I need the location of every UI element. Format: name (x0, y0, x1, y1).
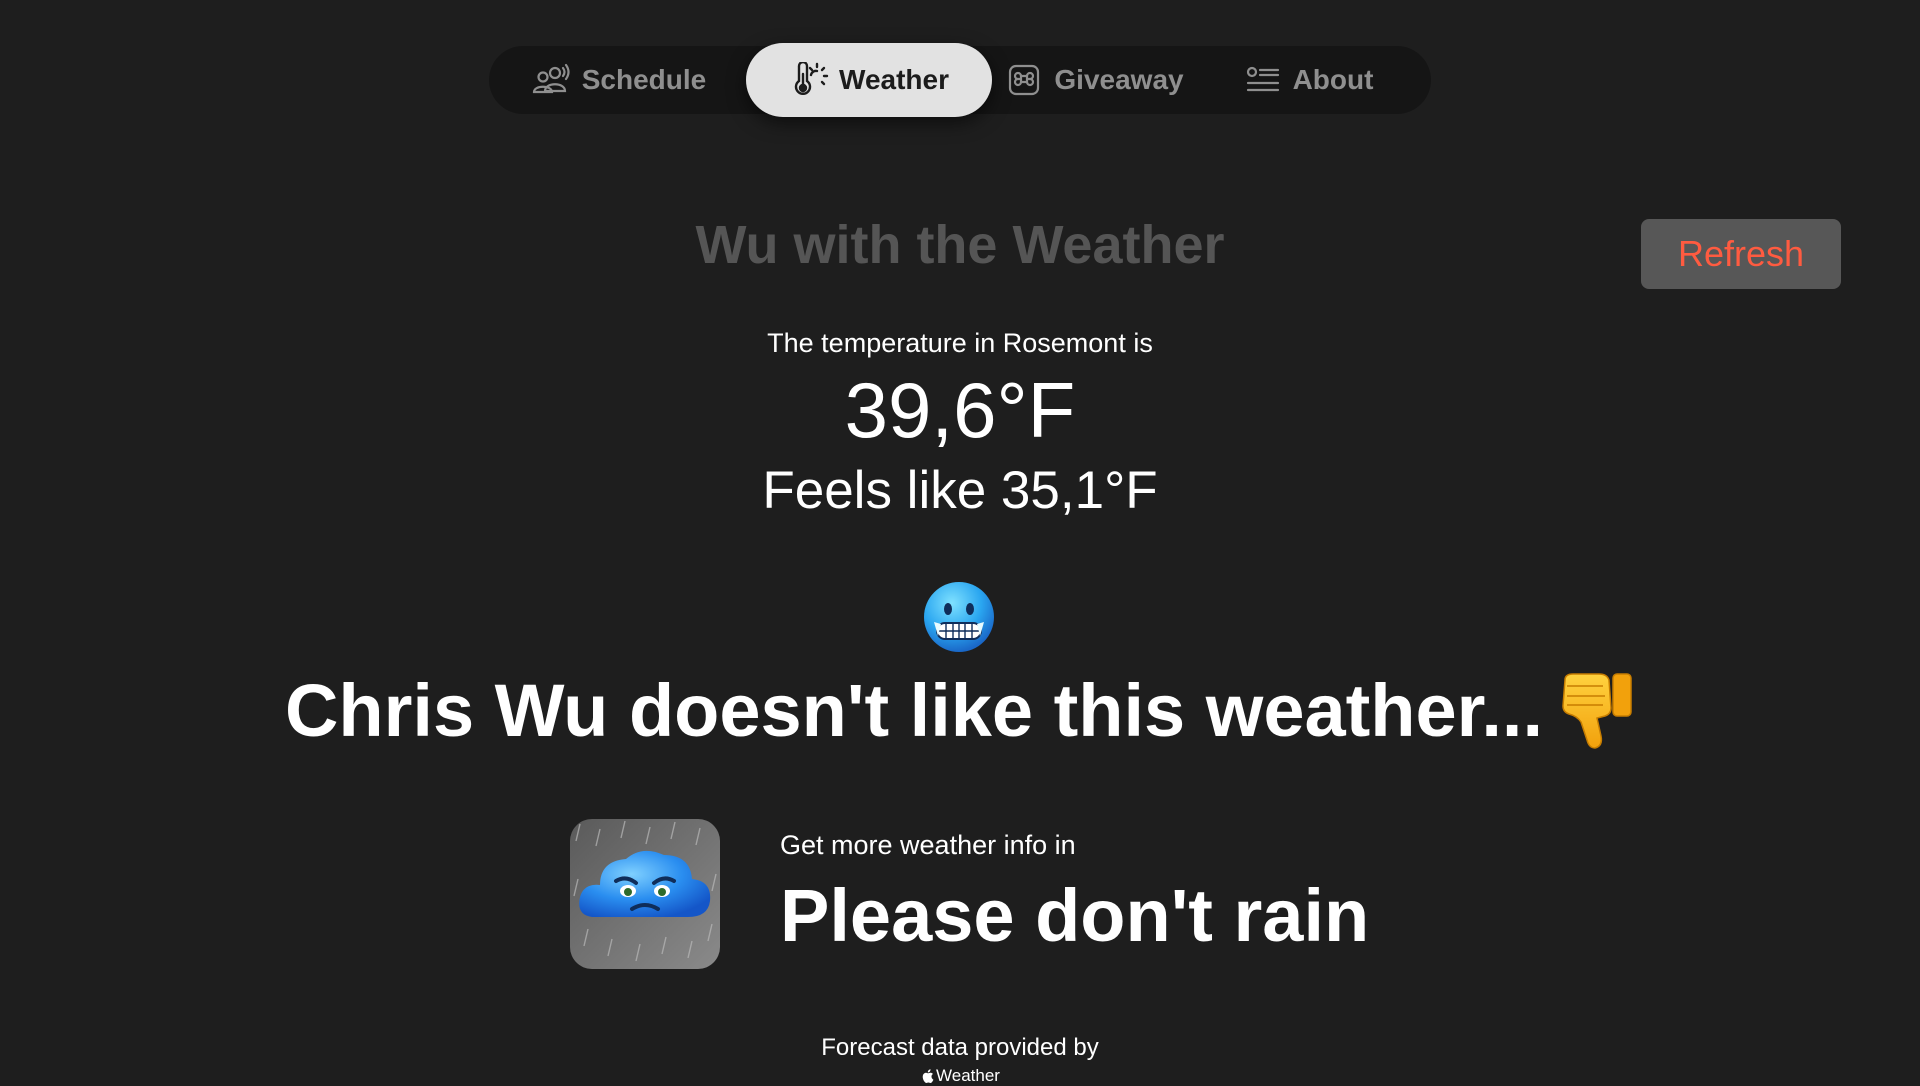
refresh-button[interactable]: Refresh (1641, 219, 1841, 289)
thumbs-down-icon (1562, 672, 1632, 749)
apple-logo-icon (922, 1069, 934, 1083)
temperature-intro: The temperature in Rosemont is (767, 328, 1153, 358)
tab-label: Giveaway (1054, 64, 1184, 95)
tab-schedule[interactable]: Schedule (519, 46, 719, 114)
tab-label: About (1292, 64, 1374, 95)
tab-label: Schedule (581, 64, 707, 95)
page-title: Wu with the Weather (695, 215, 1225, 275)
tab-giveaway[interactable]: Giveaway (999, 46, 1189, 114)
app-icon[interactable] (570, 819, 720, 969)
tab-label: Weather (839, 64, 949, 95)
mood-text: Chris Wu doesn't like this weather... (284, 669, 1544, 752)
tab-weather[interactable]: Weather (746, 43, 992, 117)
list-bullet-rectangle-icon (1246, 66, 1279, 92)
forecast-credit: Forecast data provided by (821, 1034, 1099, 1061)
sad-rain-cloud-app-icon (570, 819, 720, 969)
people-broadcast-icon (532, 63, 570, 94)
weather-provider-link[interactable]: Weather (0, 1066, 1920, 1086)
promo-caption: Get more weather info in (780, 830, 1076, 860)
promo-app-link[interactable]: Please don't rain (780, 873, 1369, 958)
provider-name: Weather (936, 1066, 1000, 1085)
feels-like-text: Feels like 35,1°F (762, 461, 1158, 520)
freezing-face-icon (924, 582, 994, 652)
thermometer-sun-icon (794, 62, 829, 95)
tab-about[interactable]: About (1233, 46, 1383, 114)
tab-bar: Schedule Weather Giveaway About (489, 43, 1431, 117)
temperature-value: 39,6°F (844, 366, 1076, 454)
mood-headline: Chris Wu doesn't like this weather... (0, 668, 1920, 753)
apple-keyboard-command-icon (1009, 64, 1040, 96)
